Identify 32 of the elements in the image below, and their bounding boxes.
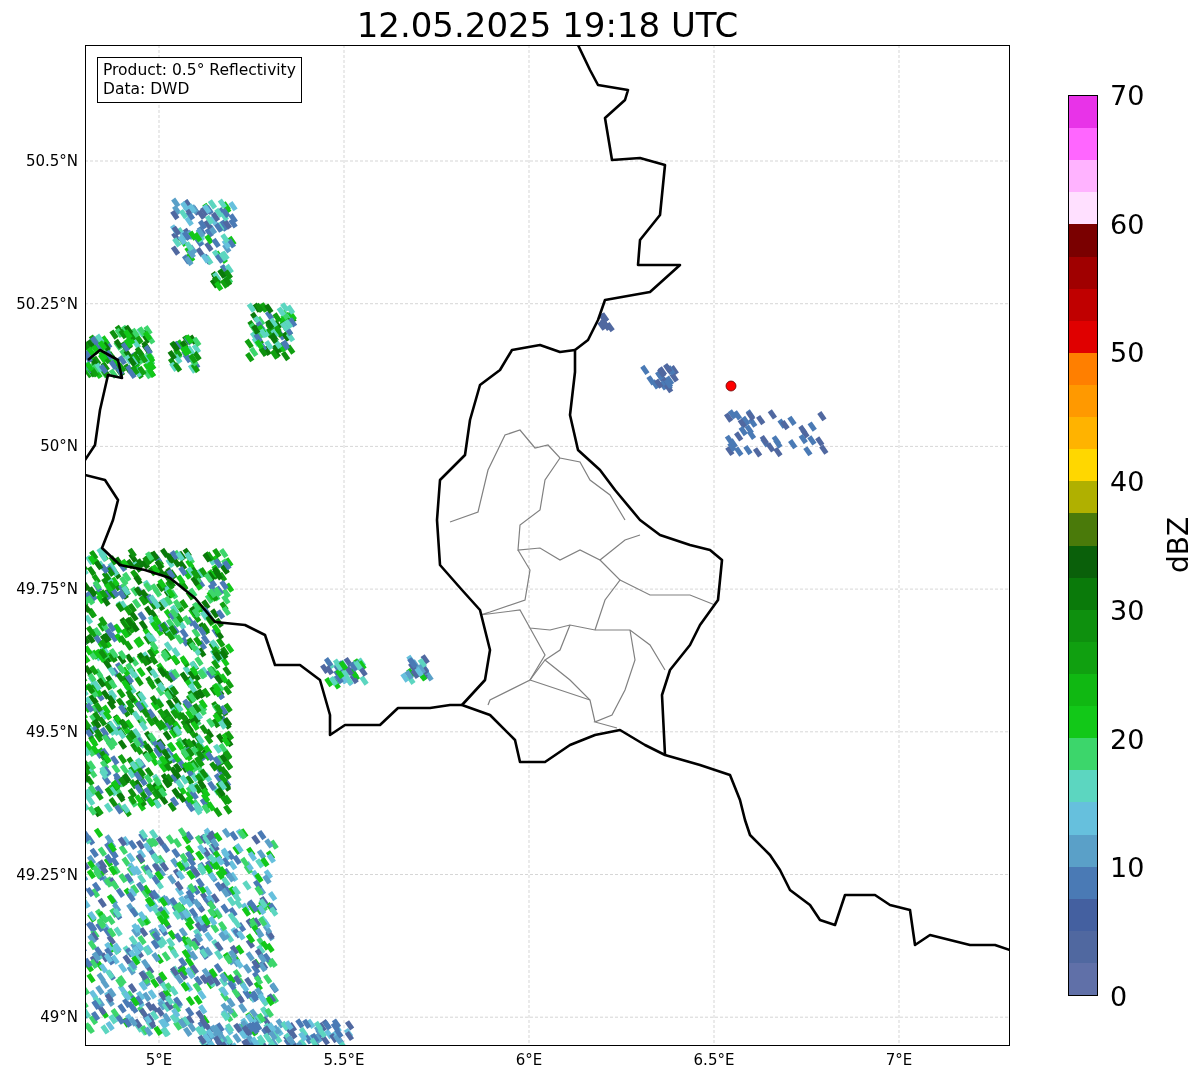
longitude-label: 6°E (515, 1051, 543, 1069)
colorbar-tick-label: 40 (1110, 465, 1145, 497)
radar-site-marker (725, 380, 737, 392)
colorbar-tick-label: 60 (1110, 208, 1145, 240)
latitude-label: 49.5°N (25, 722, 78, 741)
longitude-label: 5°E (145, 1051, 173, 1069)
latitude-label: 49.75°N (16, 580, 78, 599)
colorbar-tick-label: 0 (1110, 980, 1128, 1012)
legend-text: Data: DWD (103, 80, 191, 99)
legend-text: Product: 0.5° Reflectivity (103, 61, 296, 80)
longitude-label: 5.5°E (323, 1051, 365, 1069)
colorbar-label: dBZ (1161, 516, 1195, 574)
radar-echo-drawing (244, 302, 298, 363)
colorbar-tick-label: 70 (1110, 79, 1145, 111)
latitude-label: 50.25°N (16, 294, 78, 313)
colorbar-tick-label: 20 (1110, 723, 1145, 755)
longitude-label: 6.5°E (693, 1051, 735, 1069)
latitude-label: 49°N (40, 1008, 78, 1027)
radar-echo-drawing (640, 363, 679, 394)
radar-echo-drawing (320, 657, 369, 690)
colorbar-tick-label: 50 (1110, 336, 1145, 368)
colorbar-tick-label: 10 (1110, 851, 1145, 883)
radar-echo-drawing (597, 312, 615, 333)
radar-echo-drawing (400, 654, 434, 685)
colorbar-tick-label: 30 (1110, 594, 1145, 626)
latitude-label: 50.5°N (25, 152, 78, 170)
radar-echo-drawing (85, 324, 157, 380)
chart-title: 12.05.2025 19:18 UTC (356, 5, 739, 45)
longitude-label: 7°E (885, 1051, 913, 1069)
latitude-label: 49.25°N (16, 865, 78, 884)
radar-echo-drawing (167, 334, 202, 374)
latitude-label: 50°N (40, 437, 78, 456)
